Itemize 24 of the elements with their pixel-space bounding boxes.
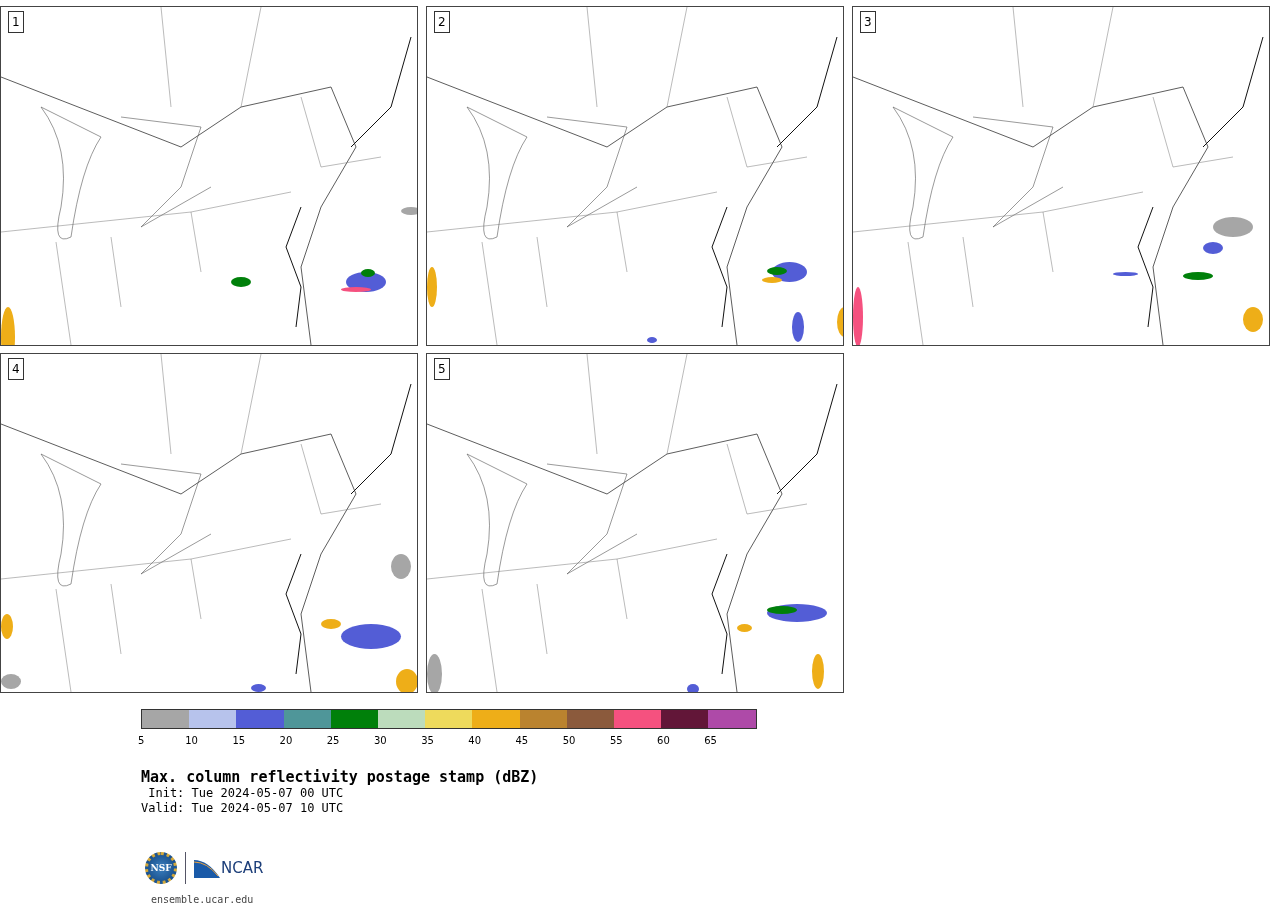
tick-label: 10	[185, 734, 199, 748]
tick-label: 15	[232, 734, 247, 748]
nsf-logo: NSF	[145, 852, 177, 884]
panel-number: 4	[8, 358, 24, 380]
panel-number: 5	[434, 358, 450, 380]
tick-label: 30	[373, 734, 388, 748]
chart-title: Max. column reflectivity postage stamp (dBZ)	[141, 768, 540, 786]
init-time: Init: Tue 2024-05-07 00 UTC	[147, 786, 345, 801]
tick-label: 40	[468, 734, 483, 748]
tick-label: 65	[704, 734, 718, 748]
tick-label: 25	[326, 734, 341, 748]
tick-label: 60	[657, 734, 671, 748]
tick-label: 5	[138, 734, 146, 748]
tick-label: 20	[279, 734, 294, 748]
ncar-logo: NCAR	[194, 858, 264, 878]
tick-label: 45	[515, 734, 530, 748]
panel-number: 3	[860, 11, 876, 33]
valid-time: Valid: Tue 2024-05-07 10 UTC	[141, 801, 345, 816]
panel-number: 2	[434, 11, 450, 33]
website-url: ensemble.ucar.edu	[151, 894, 255, 905]
tick-label: 50	[562, 734, 577, 748]
panel-number: 1	[8, 11, 24, 33]
tick-label: 35	[421, 734, 435, 748]
tick-label: 55	[609, 734, 624, 748]
